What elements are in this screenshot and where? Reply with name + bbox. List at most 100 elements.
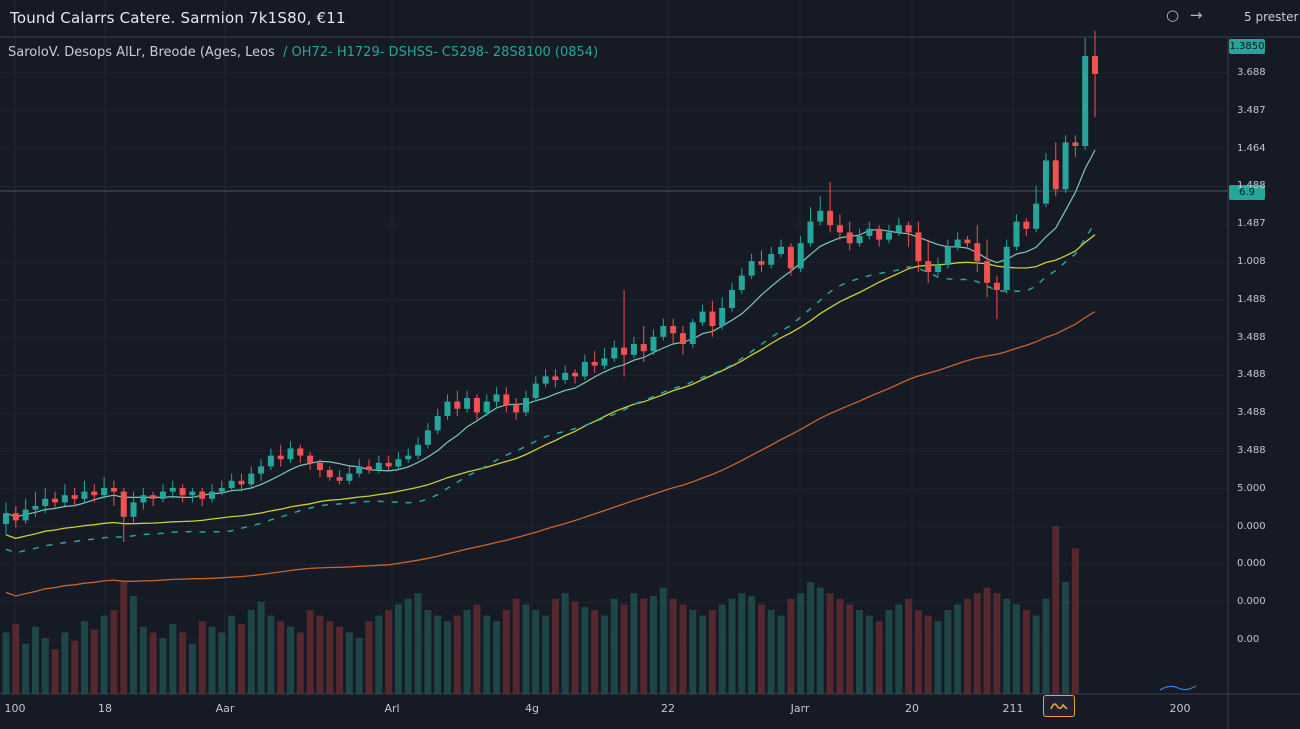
volume-bar <box>414 593 422 694</box>
candle-body <box>827 210 834 226</box>
volume-bar <box>571 601 579 694</box>
candle-body <box>258 466 265 474</box>
y-tick-label: 3.487 <box>1237 104 1266 116</box>
circle-icon[interactable]: ○ <box>1166 6 1179 24</box>
price-chart[interactable] <box>0 0 1300 729</box>
candle-body <box>424 430 431 445</box>
candle-body <box>1003 246 1010 290</box>
volume-bar <box>159 638 167 694</box>
candle-body <box>405 455 412 460</box>
candle-body <box>444 401 451 416</box>
volume-bar <box>914 610 922 694</box>
candle-body <box>395 459 402 467</box>
volume-bar <box>963 598 971 694</box>
y-tick-label: 0.00 <box>1237 634 1260 645</box>
candle-body <box>581 362 588 377</box>
candle-body <box>621 347 628 355</box>
candle-body <box>601 358 608 366</box>
volume-bar <box>1032 615 1040 694</box>
volume-bar <box>934 621 942 694</box>
y-tick-label: 0.000 <box>1237 520 1266 532</box>
x-tick-label: 20 <box>905 702 919 715</box>
volume-bar <box>326 621 334 694</box>
candle-body <box>140 495 147 503</box>
x-tick-label: 211 <box>1002 702 1024 715</box>
candle-body <box>493 394 500 402</box>
candle-body <box>729 290 735 308</box>
candle-body <box>326 470 333 478</box>
candle-body <box>110 488 117 492</box>
volume-bar <box>865 615 873 694</box>
candle-body <box>52 498 59 503</box>
volume-bar <box>748 596 756 694</box>
candle-body <box>71 495 78 499</box>
x-tick-label: 18 <box>98 702 112 715</box>
candle-body <box>689 322 696 344</box>
chart-toggle-button[interactable] <box>1043 695 1075 717</box>
candle-body <box>1052 160 1059 190</box>
volume-bar <box>434 615 442 694</box>
chart-area[interactable] <box>0 0 1300 729</box>
volume-bar <box>443 621 451 694</box>
candle-body <box>935 264 942 272</box>
volume-bar <box>777 615 785 694</box>
candle-body <box>169 488 176 492</box>
indicator-list: SaroloV. Desops AlLr, Breode (Ages, Leos <box>8 45 275 60</box>
arrow-icon[interactable]: → <box>1190 6 1203 24</box>
candle-body <box>464 398 471 409</box>
candle-body <box>307 455 314 463</box>
x-tick-label: 100 <box>4 702 26 715</box>
volume-bar <box>905 598 913 694</box>
candle-body <box>738 275 745 290</box>
ma-mid-line <box>5 234 1096 540</box>
volume-bar <box>41 638 49 694</box>
candle-body <box>562 372 569 380</box>
candle-body <box>434 416 441 431</box>
volume-bar <box>787 598 795 694</box>
x-tick-label: 22 <box>661 702 675 715</box>
candle-body <box>297 448 304 456</box>
volume-bar <box>365 621 373 694</box>
candle-body <box>532 383 539 398</box>
candle-body <box>719 308 726 326</box>
volume-bar <box>708 610 716 694</box>
candle-body <box>159 491 166 499</box>
candle-body <box>1033 203 1040 229</box>
y-tick-label: 1.487 <box>1237 218 1266 230</box>
candle-body <box>944 246 951 265</box>
volume-bar <box>208 626 216 694</box>
preset-button[interactable]: 5 prester <box>1244 10 1298 24</box>
volume-bar <box>551 598 559 694</box>
ma-fast-line <box>5 149 1096 518</box>
volume-bar <box>404 598 412 694</box>
volume-bar <box>1013 604 1021 694</box>
volume-bar <box>532 610 540 694</box>
candle-body <box>91 491 98 496</box>
candle-body <box>984 261 991 283</box>
ohlc-readout: / OH72- H1729- DSHSS- C5298- 28S8100 (08… <box>282 45 599 60</box>
ma-dashed-line <box>5 222 1096 554</box>
candle-body <box>179 488 186 496</box>
volume-bar <box>640 598 648 694</box>
candle-body <box>954 239 961 247</box>
volume-bar <box>120 582 128 694</box>
volume-bar <box>630 593 638 694</box>
candle-body <box>905 225 912 233</box>
y-tick-label: 5.000 <box>1237 482 1266 494</box>
candle-body <box>856 236 863 244</box>
y-tick-label: 0.000 <box>1237 596 1266 608</box>
candle-body <box>130 502 137 517</box>
candle-body <box>817 210 824 222</box>
candle-body <box>993 282 1000 290</box>
x-tick-label: Jarr <box>790 702 810 715</box>
chart-title: Tound Calarrs Catere. Sarmion 7k1S80, €1… <box>10 9 346 27</box>
candle-body <box>640 344 647 352</box>
candle-body <box>758 261 765 265</box>
volume-bar <box>689 610 697 694</box>
candle-body <box>316 462 323 470</box>
candle-body <box>611 347 618 359</box>
volume-bar <box>483 615 491 694</box>
candle-body <box>22 509 29 521</box>
candle-body <box>1023 221 1030 229</box>
volume-bar <box>1062 582 1070 694</box>
